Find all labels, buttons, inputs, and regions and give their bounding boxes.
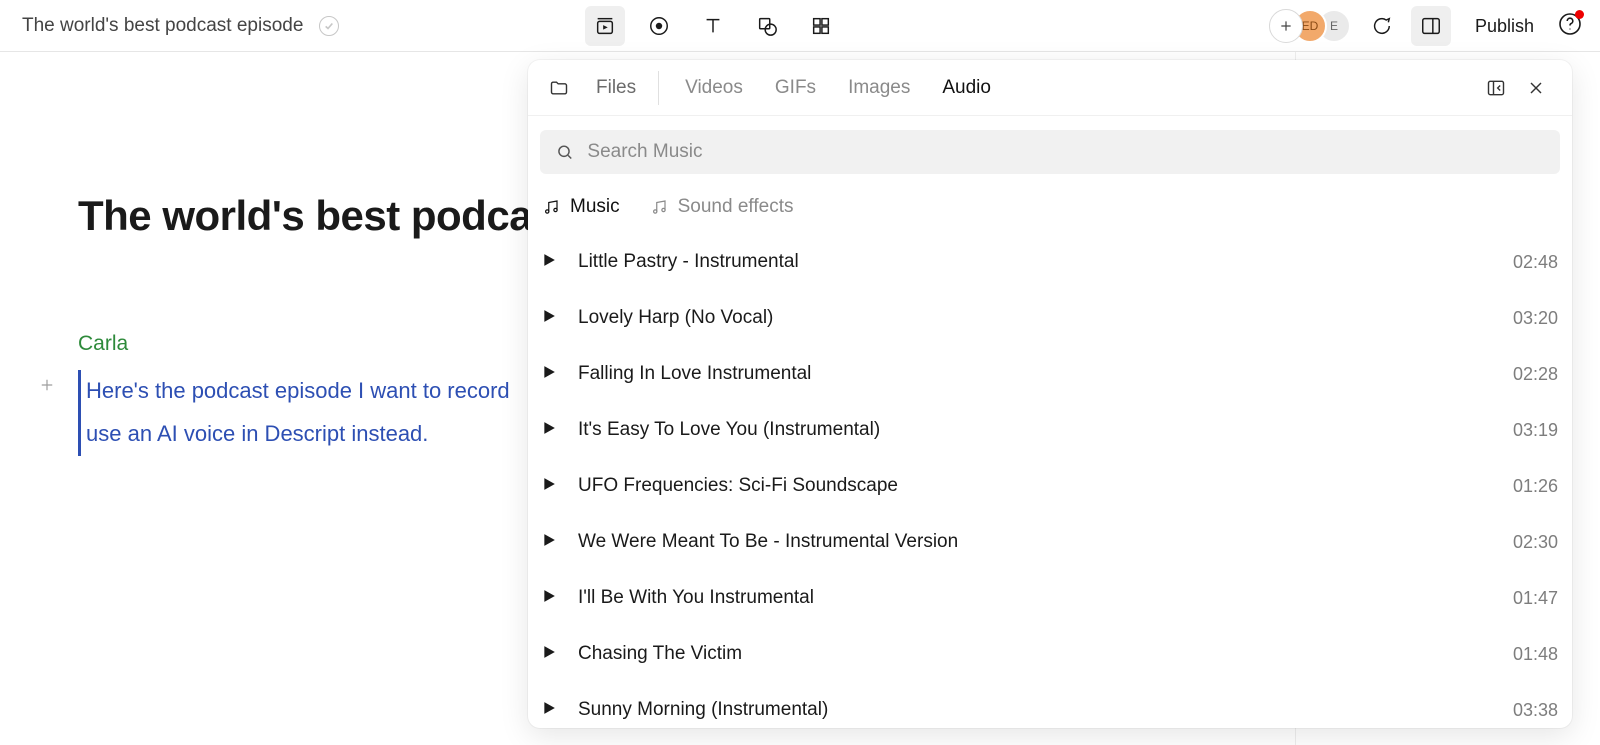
- track-name: I'll Be With You Instrumental: [578, 587, 1491, 609]
- notification-dot: [1575, 10, 1584, 19]
- track-name: Little Pastry - Instrumental: [578, 251, 1491, 273]
- track-duration: 01:48: [1513, 644, 1558, 665]
- search-row: [528, 116, 1572, 174]
- track-row[interactable]: I'll Be With You Instrumental 01:47: [542, 570, 1558, 626]
- script-line: Here's the podcast episode I want to rec…: [86, 378, 510, 403]
- track-name: Sunny Morning (Instrumental): [578, 699, 1491, 721]
- track-row[interactable]: Lovely Harp (No Vocal) 03:20: [542, 290, 1558, 346]
- track-duration: 03:19: [1513, 420, 1558, 441]
- search-icon: [556, 143, 573, 161]
- apps-tool-icon[interactable]: [801, 6, 841, 46]
- right-tools: ED E Publish: [1269, 0, 1582, 52]
- track-duration: 02:30: [1513, 532, 1558, 553]
- close-icon[interactable]: [1518, 70, 1554, 106]
- track-row[interactable]: Little Pastry - Instrumental 02:48: [542, 234, 1558, 290]
- tab-images[interactable]: Images: [834, 71, 924, 105]
- folder-icon: [546, 75, 572, 101]
- play-icon[interactable]: [542, 701, 556, 720]
- media-tool-icon[interactable]: [585, 6, 625, 46]
- track-name: It's Easy To Love You (Instrumental): [578, 419, 1491, 441]
- search-input[interactable]: [587, 141, 1544, 163]
- script-line: use an AI voice in Descript instead.: [86, 421, 428, 446]
- play-icon[interactable]: [542, 309, 556, 328]
- track-name: Chasing The Victim: [578, 643, 1491, 665]
- track-duration: 01:26: [1513, 476, 1558, 497]
- track-row[interactable]: We Were Meant To Be - Instrumental Versi…: [542, 514, 1558, 570]
- category-label: Sound effects: [678, 196, 794, 218]
- text-tool-icon[interactable]: [693, 6, 733, 46]
- category-row: Music Sound effects: [528, 174, 1572, 228]
- panel-toggle-icon[interactable]: [1411, 6, 1451, 46]
- track-row[interactable]: Chasing The Victim 01:48: [542, 626, 1558, 682]
- category-sound-effects[interactable]: Sound effects: [650, 196, 794, 218]
- track-duration: 03:38: [1513, 700, 1558, 721]
- play-icon[interactable]: [542, 253, 556, 272]
- track-name: Falling In Love Instrumental: [578, 363, 1491, 385]
- play-icon[interactable]: [542, 533, 556, 552]
- track-name: UFO Frequencies: Sci-Fi Soundscape: [578, 475, 1491, 497]
- track-name: Lovely Harp (No Vocal): [578, 307, 1491, 329]
- sync-status-icon: [319, 16, 339, 36]
- tab-files[interactable]: Files: [582, 71, 659, 105]
- help-icon[interactable]: [1558, 12, 1582, 41]
- center-tools: [585, 0, 841, 52]
- track-list: Little Pastry - Instrumental 02:48 Lovely …: [528, 228, 1572, 728]
- category-label: Music: [570, 196, 620, 218]
- media-panel: Files Videos GIFs Images Audio Music Sou…: [528, 60, 1572, 728]
- play-icon[interactable]: [542, 477, 556, 496]
- toolbar: The world's best podcast episode ED E: [0, 0, 1600, 52]
- track-duration: 02:48: [1513, 252, 1558, 273]
- add-block-icon[interactable]: [36, 374, 58, 396]
- track-row[interactable]: It's Easy To Love You (Instrumental) 03:1…: [542, 402, 1558, 458]
- play-icon[interactable]: [542, 421, 556, 440]
- sound-effects-icon: [650, 198, 668, 216]
- music-icon: [542, 198, 560, 216]
- collapse-icon[interactable]: [1478, 70, 1514, 106]
- collaborator-stack: ED E: [1269, 9, 1351, 43]
- category-music[interactable]: Music: [542, 196, 620, 218]
- add-collaborator-button[interactable]: [1269, 9, 1303, 43]
- shapes-tool-icon[interactable]: [747, 6, 787, 46]
- tab-gifs[interactable]: GIFs: [761, 71, 830, 105]
- publish-button[interactable]: Publish: [1461, 16, 1548, 37]
- record-tool-icon[interactable]: [639, 6, 679, 46]
- play-icon[interactable]: [542, 589, 556, 608]
- track-duration: 02:28: [1513, 364, 1558, 385]
- panel-tabs: Files Videos GIFs Images Audio: [528, 60, 1572, 116]
- track-name: We Were Meant To Be - Instrumental Versi…: [578, 531, 1491, 553]
- play-icon[interactable]: [542, 365, 556, 384]
- play-icon[interactable]: [542, 645, 556, 664]
- track-row[interactable]: UFO Frequencies: Sci-Fi Soundscape 01:26: [542, 458, 1558, 514]
- track-duration: 01:47: [1513, 588, 1558, 609]
- track-row[interactable]: Falling In Love Instrumental 02:28: [542, 346, 1558, 402]
- title-group: The world's best podcast episode: [22, 15, 339, 37]
- track-row[interactable]: Sunny Morning (Instrumental) 03:38: [542, 682, 1558, 728]
- comments-icon[interactable]: [1361, 6, 1401, 46]
- search-box[interactable]: [540, 130, 1560, 174]
- tab-videos[interactable]: Videos: [671, 71, 757, 105]
- track-duration: 03:20: [1513, 308, 1558, 329]
- tab-audio[interactable]: Audio: [928, 71, 1005, 105]
- document-title[interactable]: The world's best podcast episode: [22, 15, 303, 37]
